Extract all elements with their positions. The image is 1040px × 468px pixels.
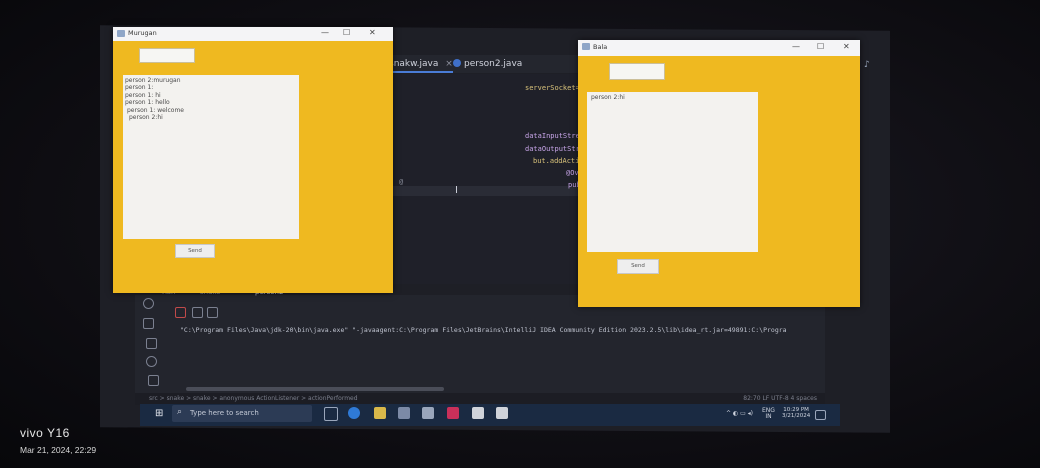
- rerun-icon[interactable]: [143, 318, 154, 329]
- tab-label: snakw.java: [389, 59, 439, 69]
- close-button[interactable]: ✕: [843, 42, 850, 51]
- mail-icon[interactable]: [422, 407, 434, 419]
- tray-region: IN: [765, 413, 772, 420]
- info-icon[interactable]: [146, 356, 157, 367]
- notification-icon[interactable]: [815, 410, 826, 420]
- breadcrumb[interactable]: src > snake > snake > anonymous ActionLi…: [149, 395, 358, 402]
- code-line: but.addActi: [533, 157, 580, 165]
- message-input[interactable]: [609, 63, 665, 80]
- language-indicator[interactable]: ENG IN: [762, 408, 775, 420]
- code-line: @Ov: [566, 169, 579, 177]
- window-titlebar[interactable]: Bala — ☐ ✕: [578, 40, 860, 56]
- file-explorer-icon[interactable]: [374, 407, 386, 419]
- send-button[interactable]: Send: [175, 244, 215, 258]
- close-button[interactable]: ✕: [369, 28, 376, 37]
- chat-line: person 2:murugan: [125, 77, 181, 84]
- code-line: serverSocket=: [525, 84, 580, 92]
- message-input[interactable]: [139, 48, 195, 63]
- window-title: Murugan: [128, 29, 157, 37]
- tab-snakw-java[interactable]: snakw.java ×: [389, 59, 453, 73]
- clock-date: 3/21/2024: [782, 413, 811, 419]
- task-view-icon[interactable]: [324, 407, 338, 421]
- console-icon[interactable]: [146, 338, 157, 349]
- windows-start-icon[interactable]: ⊞: [155, 409, 165, 419]
- java-window-icon: [582, 43, 590, 50]
- taskbar-clock[interactable]: 10:29 PM 3/21/2024: [782, 407, 810, 419]
- text-cursor-icon: I: [455, 185, 458, 196]
- chat-history-area[interactable]: person 2:murugan person 1: person 1: hi …: [123, 75, 299, 239]
- java-app-icon[interactable]: [496, 407, 508, 419]
- chat-line: person 1: welcome: [127, 106, 184, 114]
- run-icon[interactable]: [143, 298, 154, 309]
- chat-line: person 2:hi: [129, 114, 163, 122]
- tab-label: person2.java: [464, 59, 523, 69]
- code-line: dataInputStre: [525, 132, 580, 140]
- run-tool-window: [135, 295, 825, 395]
- intellij-icon[interactable]: [447, 407, 459, 419]
- system-tray: ^ ◐ ▭ ◂): [726, 410, 753, 417]
- maximize-button[interactable]: ☐: [817, 42, 824, 51]
- edge-icon[interactable]: [348, 407, 360, 419]
- minimize-button[interactable]: —: [792, 42, 800, 51]
- chat-history-area[interactable]: person 2:hi: [587, 92, 758, 252]
- notification-bell-icon[interactable]: ♪: [864, 60, 870, 70]
- git-icon[interactable]: [148, 375, 159, 386]
- tab-person2-java[interactable]: person2.java: [453, 59, 522, 69]
- current-line-highlight: [390, 186, 590, 196]
- search-icon: ⌕: [177, 407, 183, 417]
- chat-line: person 1: hi: [125, 91, 161, 99]
- java-app-icon[interactable]: [472, 407, 484, 419]
- camera-icon[interactable]: [192, 307, 203, 318]
- maximize-button[interactable]: ☐: [343, 28, 350, 37]
- send-button[interactable]: Send: [617, 259, 659, 274]
- search-placeholder: Type here to search: [190, 409, 259, 417]
- chat-line: person 2:hi: [591, 94, 625, 101]
- store-icon[interactable]: [398, 407, 410, 419]
- camera-watermark-brand: vivo Y16: [20, 426, 70, 440]
- close-icon[interactable]: ×: [445, 59, 453, 69]
- code-line: dataOutputStre: [525, 145, 585, 153]
- window-title: Bala: [593, 43, 608, 51]
- tray-icons[interactable]: ^ ◐ ▭ ◂): [726, 410, 753, 417]
- camera-watermark-datetime: Mar 21, 2024, 22:29: [20, 445, 97, 455]
- console-output: "C:\Program Files\Java\jdk-20\bin\java.e…: [180, 326, 787, 334]
- chat-line: person 1:: [125, 84, 154, 92]
- stop-icon[interactable]: [175, 307, 186, 318]
- chat-window-murugan: Murugan — ☐ ✕ person 2:murugan person 1:…: [113, 27, 393, 293]
- editor-tab-bar: snakw.java × person2.java: [385, 55, 585, 73]
- chat-line: person 1: hello: [125, 99, 170, 107]
- java-class-icon: [453, 59, 461, 67]
- console-horizontal-scrollbar[interactable]: [186, 387, 444, 391]
- code-editor[interactable]: [390, 74, 590, 284]
- minimize-button[interactable]: —: [321, 28, 329, 37]
- pin-icon[interactable]: [207, 307, 218, 318]
- override-gutter-icon: @: [399, 178, 404, 186]
- chat-window-bala: Bala — ☐ ✕ person 2:hi Send: [578, 40, 860, 307]
- status-right-info: 82:70 LF UTF-8 4 spaces: [743, 395, 817, 402]
- window-titlebar[interactable]: Murugan — ☐ ✕: [113, 27, 393, 41]
- java-window-icon: [117, 30, 125, 37]
